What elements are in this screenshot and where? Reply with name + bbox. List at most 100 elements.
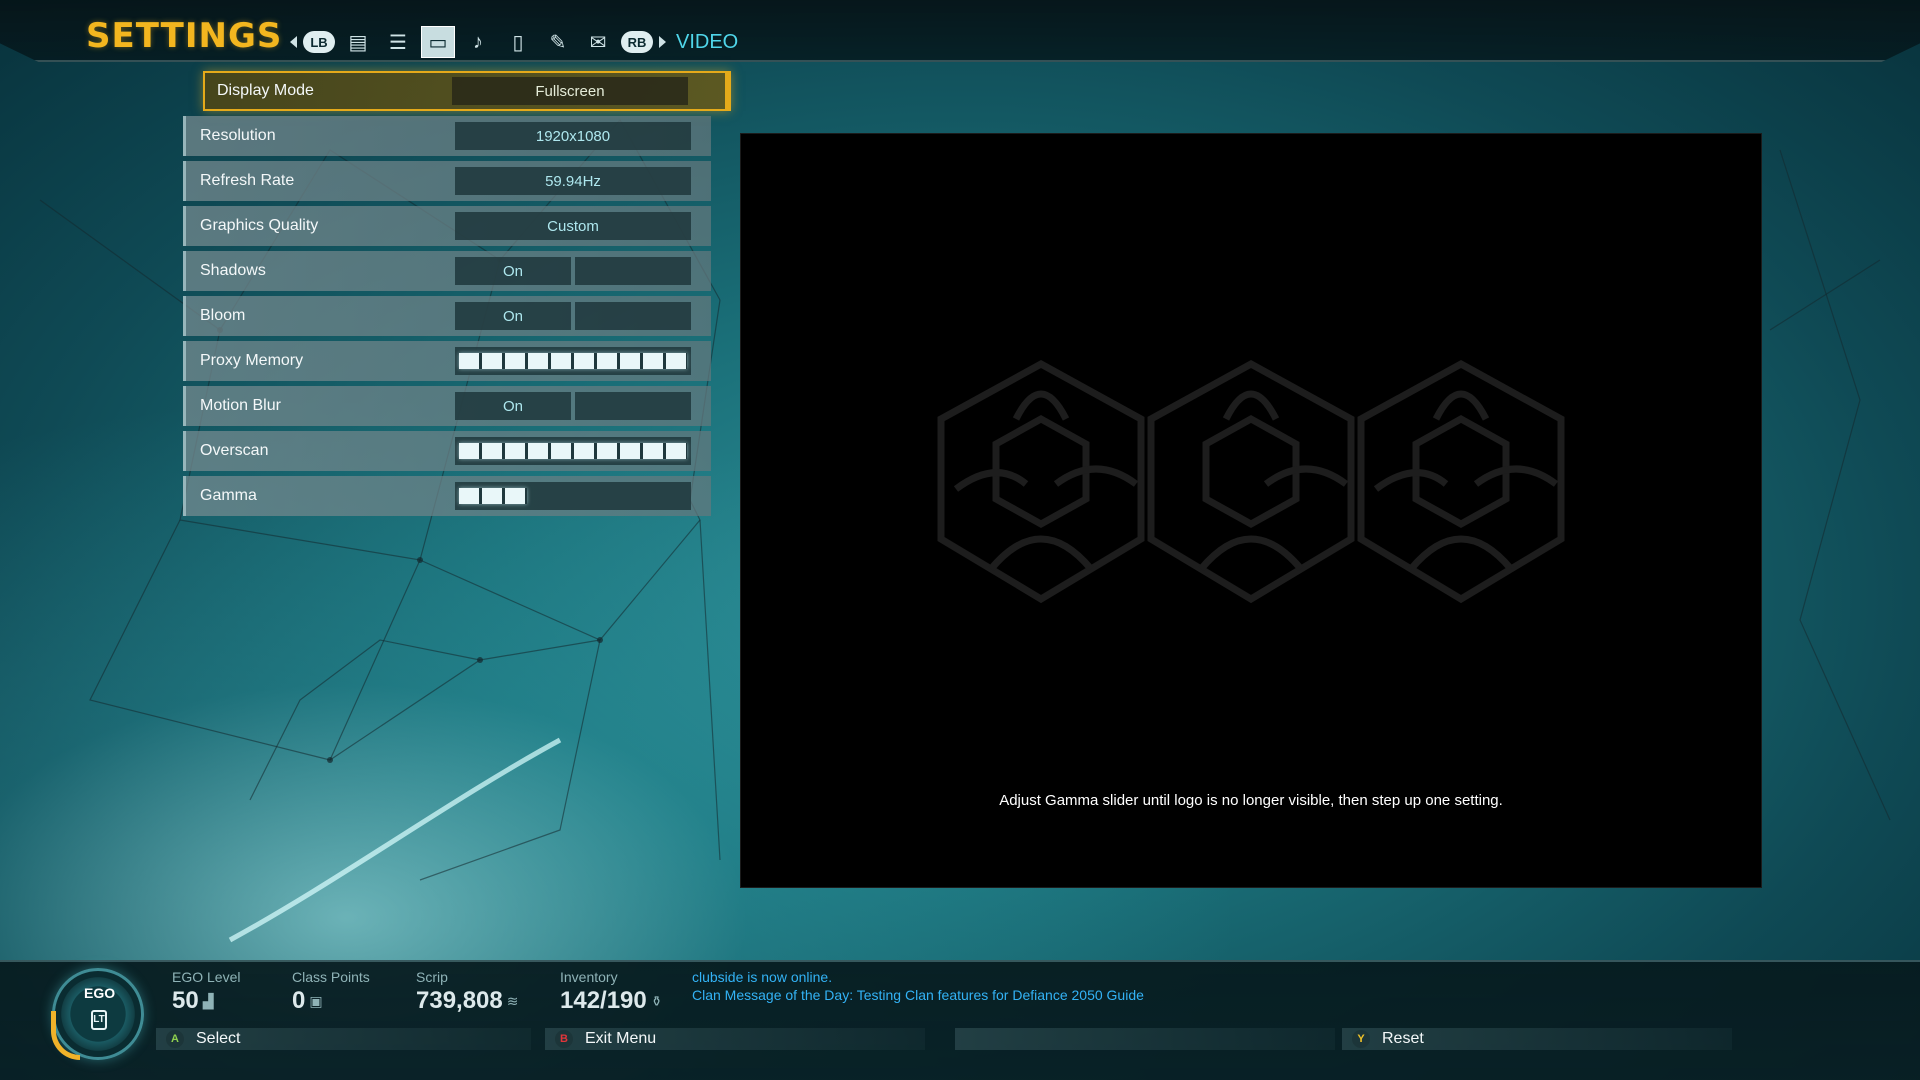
refresh-rate-value[interactable]: 59.94Hz xyxy=(455,167,691,195)
reset-action[interactable]: Y Reset xyxy=(1342,1028,1732,1050)
next-tab-arrow-icon[interactable] xyxy=(659,36,666,48)
ego-level-stat: EGO Level 50 ▟ xyxy=(172,969,240,1015)
gamma-logo-icon xyxy=(937,360,1565,604)
setting-label: Shadows xyxy=(200,262,266,279)
setting-shadows[interactable]: Shadows On xyxy=(183,251,711,291)
tab-audio[interactable]: ♪ xyxy=(461,26,495,58)
resolution-value[interactable]: 1920x1080 xyxy=(455,122,691,150)
setting-overscan[interactable]: Overscan xyxy=(183,431,711,471)
stat-value: 739,808 ≋ xyxy=(416,987,519,1015)
ego-level-value: 50 xyxy=(172,987,199,1014)
select-label: Select xyxy=(196,1030,241,1047)
slider-fill xyxy=(459,353,687,369)
message-clan: Clan Message of the Day: Testing Clan fe… xyxy=(692,987,1144,1003)
proxy-memory-slider[interactable] xyxy=(455,347,691,375)
page-title: SETTINGS xyxy=(86,16,283,56)
setting-label: Refresh Rate xyxy=(200,172,295,189)
shadows-on-option[interactable]: On xyxy=(455,257,571,285)
stat-label: Inventory xyxy=(560,969,618,985)
setting-bloom[interactable]: Bloom On xyxy=(183,296,711,336)
inventory-value: 142/190 xyxy=(560,987,647,1014)
prev-tab-arrow-icon[interactable] xyxy=(290,36,297,48)
setting-label: Proxy Memory xyxy=(200,352,304,369)
select-action[interactable]: A Select xyxy=(156,1028,531,1050)
setting-motion-blur[interactable]: Motion Blur On xyxy=(183,386,711,426)
audio-icon: ♪ xyxy=(473,30,483,53)
setting-label: Resolution xyxy=(200,127,276,144)
setting-display-mode[interactable]: Display Mode Fullscreen xyxy=(203,71,731,111)
reset-label: Reset xyxy=(1382,1030,1424,1047)
rb-button[interactable]: RB xyxy=(621,31,653,53)
inventory-stat: Inventory 142/190 ⚱ xyxy=(560,969,663,1015)
scrip-icon: ≋ xyxy=(506,992,519,1009)
class-points-icon: ▣ xyxy=(309,992,323,1009)
gamma-preview-panel: Adjust Gamma slider until logo is no lon… xyxy=(740,133,1762,888)
setting-label: Overscan xyxy=(200,442,269,459)
inventory-icon: ⚱ xyxy=(650,992,663,1009)
tab-bar: LB ▤ ☰ ▭ ♪ ▯ ✎ ✉ RB VIDEO xyxy=(290,26,738,58)
shadows-off-option[interactable] xyxy=(575,257,691,285)
stat-value: 0 ▣ xyxy=(292,987,370,1015)
ego-label: EGO xyxy=(84,985,116,1001)
chat-messages: clubside is now online. Clan Message of … xyxy=(692,968,1144,1004)
lt-button[interactable]: LT xyxy=(91,1010,107,1030)
profile-icon: ▤ xyxy=(348,31,368,54)
setting-refresh-rate[interactable]: Refresh Rate 59.94Hz xyxy=(183,161,711,201)
setting-label: Display Mode xyxy=(217,82,314,99)
display-mode-value[interactable]: Fullscreen xyxy=(452,77,688,105)
motion-blur-toggle[interactable]: On xyxy=(455,392,691,420)
class-points-value: 0 xyxy=(292,987,306,1014)
top-bar xyxy=(0,0,1920,62)
shadows-toggle[interactable]: On xyxy=(455,257,691,285)
section-label: VIDEO xyxy=(676,30,739,53)
tab-social[interactable]: ✉ xyxy=(581,26,615,58)
tab-mouse[interactable]: ▯ xyxy=(501,26,535,58)
class-points-stat: Class Points 0 ▣ xyxy=(292,969,370,1015)
setting-graphics-quality[interactable]: Graphics Quality Custom xyxy=(183,206,711,246)
scrip-stat: Scrip 739,808 ≋ xyxy=(416,969,519,1015)
mouse-icon: ▯ xyxy=(512,31,524,54)
gamma-slider[interactable] xyxy=(455,482,691,510)
stat-label: EGO Level xyxy=(172,969,241,985)
y-button-icon: Y xyxy=(1352,1030,1370,1048)
slider-fill xyxy=(459,443,687,459)
setting-gamma[interactable]: Gamma xyxy=(183,476,711,516)
setting-resolution[interactable]: Resolution 1920x1080 xyxy=(183,116,711,156)
list-icon: ☰ xyxy=(389,31,407,54)
chat-icon: ✉ xyxy=(589,31,607,54)
setting-proxy-memory[interactable]: Proxy Memory xyxy=(183,341,711,381)
scrip-value: 739,808 xyxy=(416,987,503,1014)
bloom-toggle[interactable]: On xyxy=(455,302,691,330)
bloom-on-option[interactable]: On xyxy=(455,302,571,330)
stat-label: Class Points xyxy=(292,969,370,985)
b-button-icon: B xyxy=(555,1030,573,1048)
exit-menu-action[interactable]: B Exit Menu xyxy=(545,1028,925,1050)
setting-label: Motion Blur xyxy=(200,397,281,414)
bloom-off-option[interactable] xyxy=(575,302,691,330)
stat-value: 50 ▟ xyxy=(172,987,240,1015)
slider-fill xyxy=(459,488,528,504)
message-online: clubside is now online. xyxy=(692,969,833,985)
stat-value: 142/190 ⚱ xyxy=(560,987,663,1015)
overscan-slider[interactable] xyxy=(455,437,691,465)
a-button-icon: A xyxy=(166,1030,184,1048)
stat-label: Scrip xyxy=(416,969,448,985)
tab-video[interactable]: ▭ xyxy=(421,26,455,58)
setting-label: Gamma xyxy=(200,487,257,504)
controller-icon: ✎ xyxy=(549,31,567,54)
lb-button[interactable]: LB xyxy=(303,31,335,53)
graphics-quality-value[interactable]: Custom xyxy=(455,212,691,240)
tab-profile[interactable]: ▤ xyxy=(341,26,375,58)
setting-label: Bloom xyxy=(200,307,246,324)
exit-menu-label: Exit Menu xyxy=(585,1030,657,1047)
motion-blur-on-option[interactable]: On xyxy=(455,392,571,420)
signal-icon: ▟ xyxy=(202,992,214,1009)
setting-label: Graphics Quality xyxy=(200,217,319,234)
gamma-instruction: Adjust Gamma slider until logo is no lon… xyxy=(999,792,1503,809)
motion-blur-off-option[interactable] xyxy=(575,392,691,420)
settings-list: Display Mode Fullscreen Resolution 1920x… xyxy=(183,71,731,521)
tab-controls[interactable]: ✎ xyxy=(541,26,575,58)
monitor-icon: ▭ xyxy=(428,31,448,54)
tab-list[interactable]: ☰ xyxy=(381,26,415,58)
empty-action-slot xyxy=(955,1028,1335,1050)
